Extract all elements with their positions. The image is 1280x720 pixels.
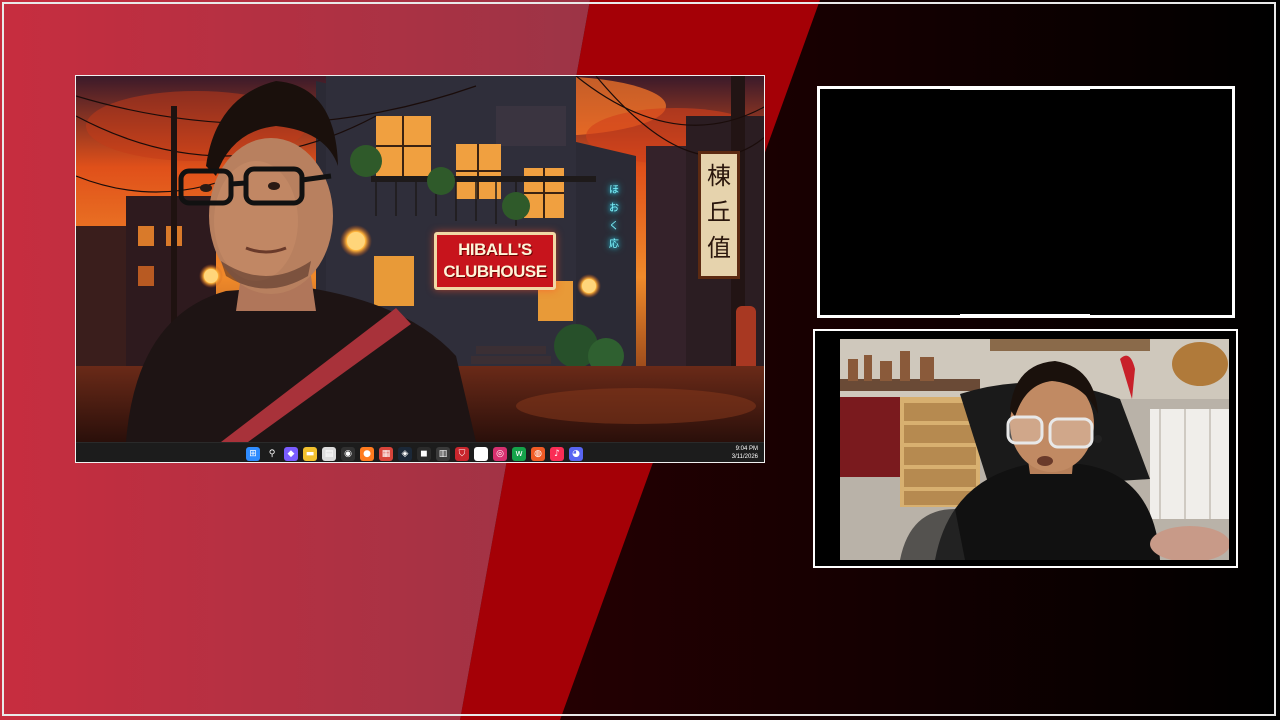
document-icon[interactable]: ▥ <box>436 447 450 461</box>
apple-music-icon[interactable]: ♪ <box>550 447 564 461</box>
neon-char: ほ <box>609 185 619 196</box>
notepad-icon[interactable]: ▤ <box>322 447 336 461</box>
neon-char: 応 <box>609 239 619 250</box>
wps-icon[interactable]: w <box>512 447 526 461</box>
desktop-capture: HIBALL'S CLUBHOUSE ほ お く 応 棟 丘 值 ⊞ ⚲ ◆ ▬ ▤ ◉ ●… <box>75 75 765 463</box>
clock-time: 9:04 PM <box>735 446 758 452</box>
taskbar: ⊞ ⚲ ◆ ▬ ▤ ◉ ● ▦ ◈ ◼ ▥ ⛉ ◐ ◎ w ◍ ♪ ◕ 9:04 PM 3/11/2026 <box>76 442 764 462</box>
taskbar-icons: ⊞ ⚲ ◆ ▬ ▤ ◉ ● ▦ ◈ ◼ ▥ ⛉ ◐ ◎ w ◍ ♪ ◕ <box>246 446 583 462</box>
sign-line1: HIBALL'S <box>458 240 532 259</box>
epic-games-icon[interactable]: ◼ <box>417 447 431 461</box>
obs-icon[interactable]: ◉ <box>341 447 355 461</box>
sign-line2: CLUBHOUSE <box>443 262 547 281</box>
controller-icon[interactable]: ◐ <box>474 447 488 461</box>
kanji-sign: 棟 丘 值 <box>698 151 740 279</box>
shield-icon[interactable]: ⛉ <box>455 447 469 461</box>
file-explorer-icon[interactable]: ▬ <box>303 447 317 461</box>
calendar-icon[interactable]: ▦ <box>379 447 393 461</box>
webcam-frame <box>813 329 1238 568</box>
instagram-icon[interactable]: ◎ <box>493 447 507 461</box>
kanji-char: 棟 <box>707 162 731 190</box>
ea-icon[interactable]: ◍ <box>531 447 545 461</box>
clubhouse-sign: HIBALL'S CLUBHOUSE <box>434 232 556 290</box>
neon-char: く <box>609 221 619 232</box>
bottom-notch <box>960 314 1090 318</box>
empty-overlay-box <box>817 86 1235 318</box>
neon-sign: ほ お く 応 <box>608 182 620 262</box>
discord-icon[interactable]: ◕ <box>569 447 583 461</box>
top-notch <box>950 86 1090 90</box>
kanji-char: 丘 <box>707 198 731 226</box>
desktop-wallpaper <box>76 76 764 442</box>
kanji-char: 值 <box>707 234 731 262</box>
clock-date: 3/11/2026 <box>731 454 758 460</box>
search-icon[interactable]: ⚲ <box>265 447 279 461</box>
steam-icon[interactable]: ◈ <box>398 447 412 461</box>
firefox-icon[interactable]: ● <box>360 447 374 461</box>
webcam-image <box>840 339 1229 560</box>
neon-char: お <box>609 203 619 214</box>
taskbar-clock[interactable]: 9:04 PM 3/11/2026 <box>732 445 758 461</box>
copilot-icon[interactable]: ◆ <box>284 447 298 461</box>
windows-start-icon[interactable]: ⊞ <box>246 447 260 461</box>
webcam-feed <box>840 339 1229 560</box>
